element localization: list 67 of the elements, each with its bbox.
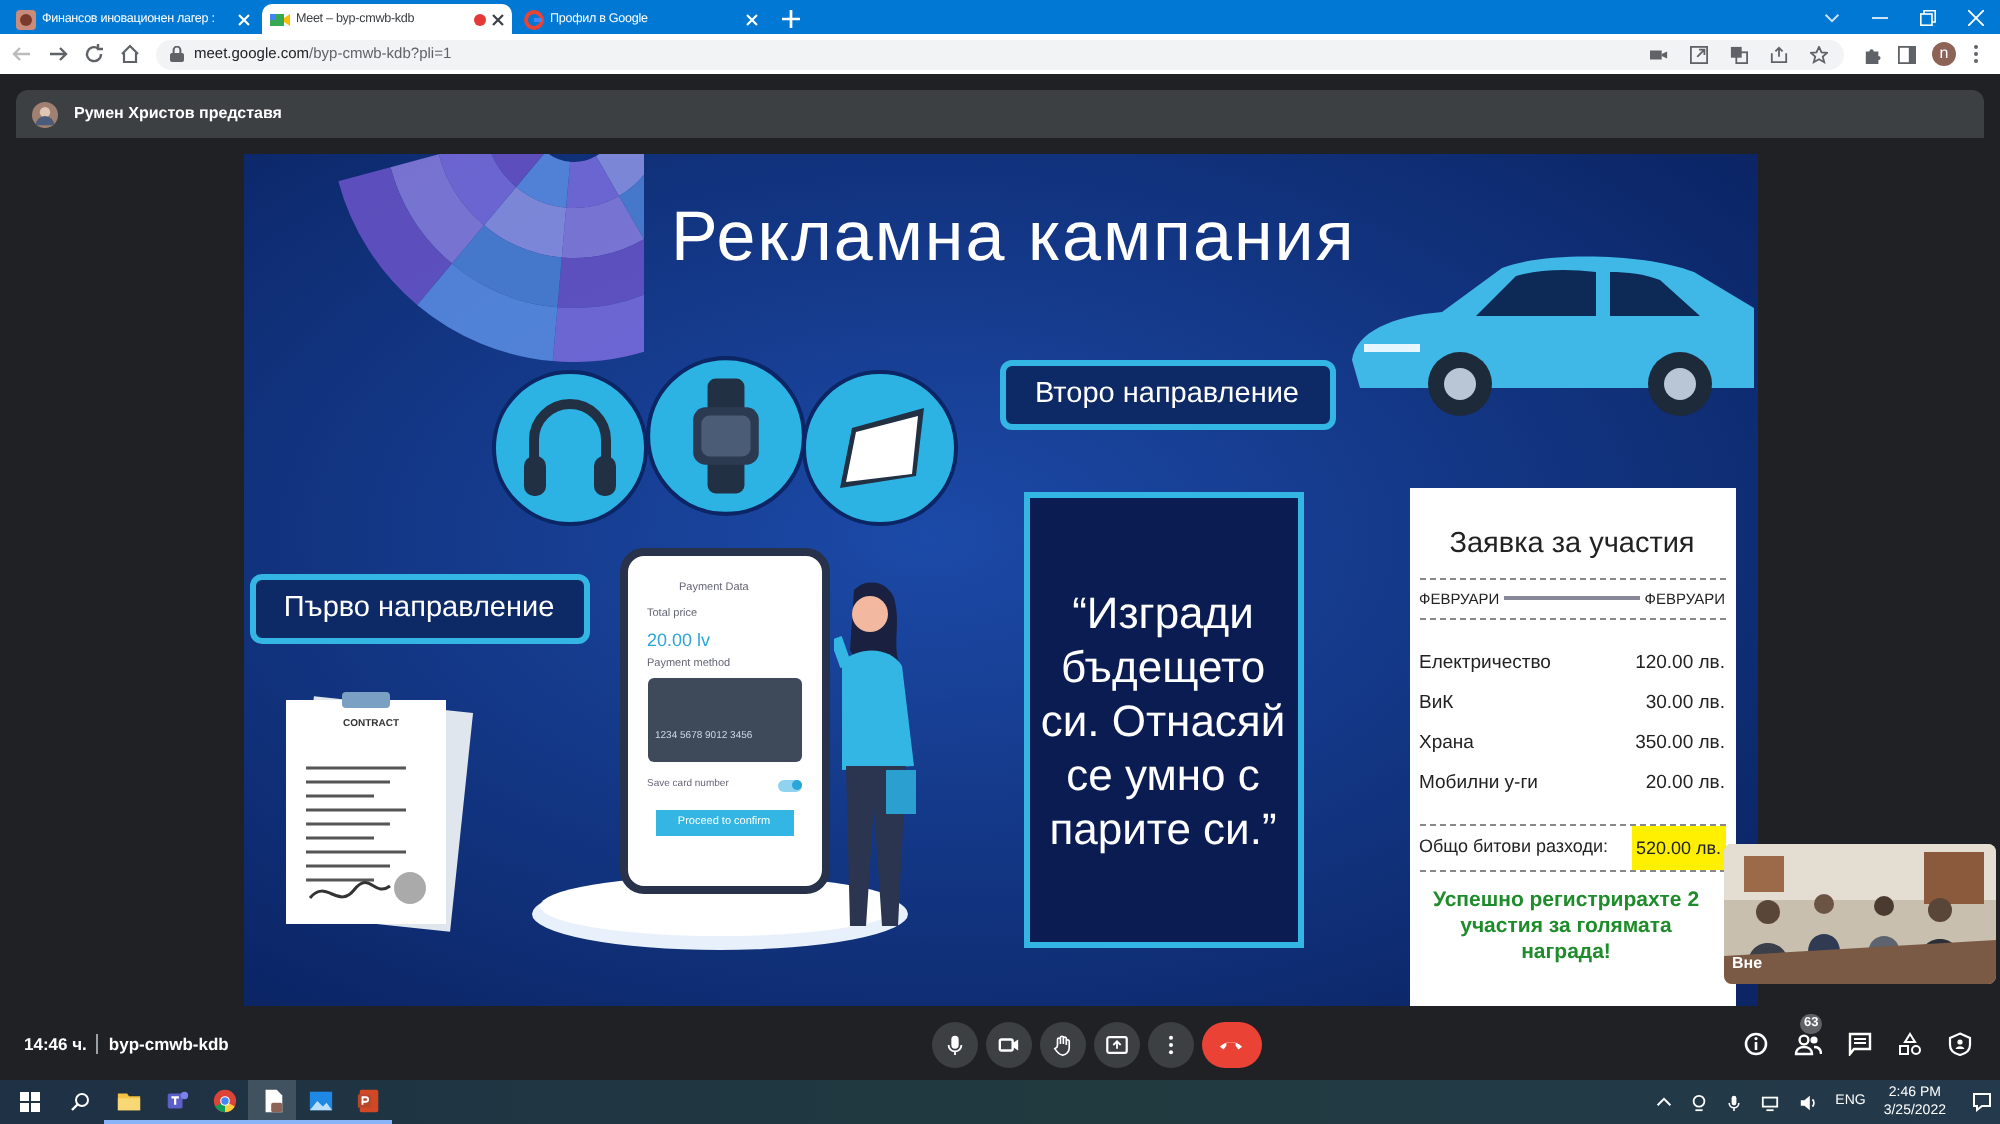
app-favicon-icon — [16, 9, 36, 29]
reload-icon[interactable] — [84, 44, 104, 64]
expense-label: Електричество — [1419, 649, 1551, 678]
microphone-button[interactable] — [931, 1021, 978, 1067]
translate-icon[interactable] — [1730, 45, 1748, 63]
close-window-icon[interactable] — [1968, 10, 1984, 26]
info-icon[interactable] — [1744, 1032, 1768, 1056]
star-icon[interactable] — [1810, 45, 1828, 63]
save-card-toggle[interactable] — [777, 779, 801, 791]
total-expenses-label: Общо битови разходи: — [1419, 834, 1609, 861]
new-tab-icon[interactable] — [782, 10, 800, 28]
side-panel-icon[interactable] — [1898, 45, 1916, 63]
success-message: Успешно регистрирахте 2 участия за голямата награда! — [1430, 888, 1702, 966]
phone-hang-up-icon — [1218, 1036, 1245, 1052]
chat-icon[interactable] — [1848, 1032, 1872, 1056]
open-external-icon[interactable] — [1690, 45, 1708, 63]
microphone-icon — [943, 1033, 966, 1055]
share-icon[interactable] — [1770, 45, 1788, 63]
google-g-icon — [524, 9, 544, 29]
webcam-icon[interactable] — [1689, 1093, 1708, 1111]
expense-amount: 20.00 лв. — [1645, 769, 1725, 798]
presenter-avatar-icon — [32, 101, 58, 127]
restore-icon[interactable] — [1920, 10, 1936, 26]
hand-icon — [1051, 1033, 1074, 1055]
notifications-icon[interactable] — [1972, 1092, 1992, 1112]
expense-amount: 30.00 лв. — [1645, 689, 1725, 718]
expense-label: ВиК — [1419, 689, 1454, 718]
lock-icon — [170, 46, 184, 62]
video-camera-icon — [270, 9, 290, 29]
document-app-icon[interactable] — [248, 1080, 296, 1124]
more-button[interactable] — [1147, 1021, 1194, 1067]
host-controls-icon[interactable] — [1948, 1032, 1972, 1056]
menu-icon[interactable] — [1972, 44, 1980, 64]
microphone-icon[interactable] — [1725, 1093, 1742, 1111]
expense-amount: 350.00 лв. — [1635, 729, 1725, 758]
screen-share-button[interactable] — [1093, 1021, 1140, 1067]
direction-label: Първо направление — [249, 574, 589, 644]
participant-name: Вне — [1732, 952, 1763, 976]
expense-label: Храна — [1419, 729, 1474, 758]
end-call-button[interactable] — [1201, 1021, 1262, 1067]
activities-icon[interactable] — [1898, 1032, 1922, 1056]
camera-icon — [997, 1033, 1020, 1055]
expense-label: Мобилни у-ги — [1419, 769, 1538, 798]
meeting-time: 14:46 ч. — [24, 1031, 87, 1057]
people-button[interactable] — [1794, 1032, 1822, 1056]
volume-icon[interactable] — [1797, 1093, 1818, 1111]
quote-text: “Изгради бъдещето си. Отнасяй се умно с парите си.” — [1023, 492, 1303, 948]
tab-search-icon[interactable] — [1824, 10, 1840, 26]
forward-icon[interactable] — [48, 44, 68, 64]
expense-amount: 120.00 лв. — [1635, 649, 1725, 678]
show-hidden-icons-icon[interactable] — [1655, 1094, 1672, 1110]
home-icon[interactable] — [120, 44, 140, 64]
total-price: 20.00 lv — [647, 629, 713, 649]
hand-button[interactable] — [1039, 1021, 1086, 1067]
presenter-label: Румен Христов представя — [74, 102, 282, 126]
camera-icon[interactable] — [1650, 45, 1668, 63]
extensions-icon[interactable] — [1864, 45, 1882, 63]
camera-button[interactable] — [985, 1021, 1032, 1067]
total-expenses-amount: 520.00 лв. — [1631, 826, 1725, 870]
screen-share-icon — [1105, 1033, 1128, 1055]
network-icon[interactable] — [1759, 1093, 1780, 1111]
close-tab-icon[interactable] — [492, 13, 504, 25]
slide-title: Рекламна кампания — [671, 196, 1356, 280]
meeting-code: byp-cmwb-kdb — [108, 1031, 229, 1057]
receipt-title: Заявка за участия — [1447, 526, 1697, 564]
profile-avatar[interactable]: n — [1932, 42, 1956, 66]
direction-label: Второ направление — [999, 360, 1335, 430]
